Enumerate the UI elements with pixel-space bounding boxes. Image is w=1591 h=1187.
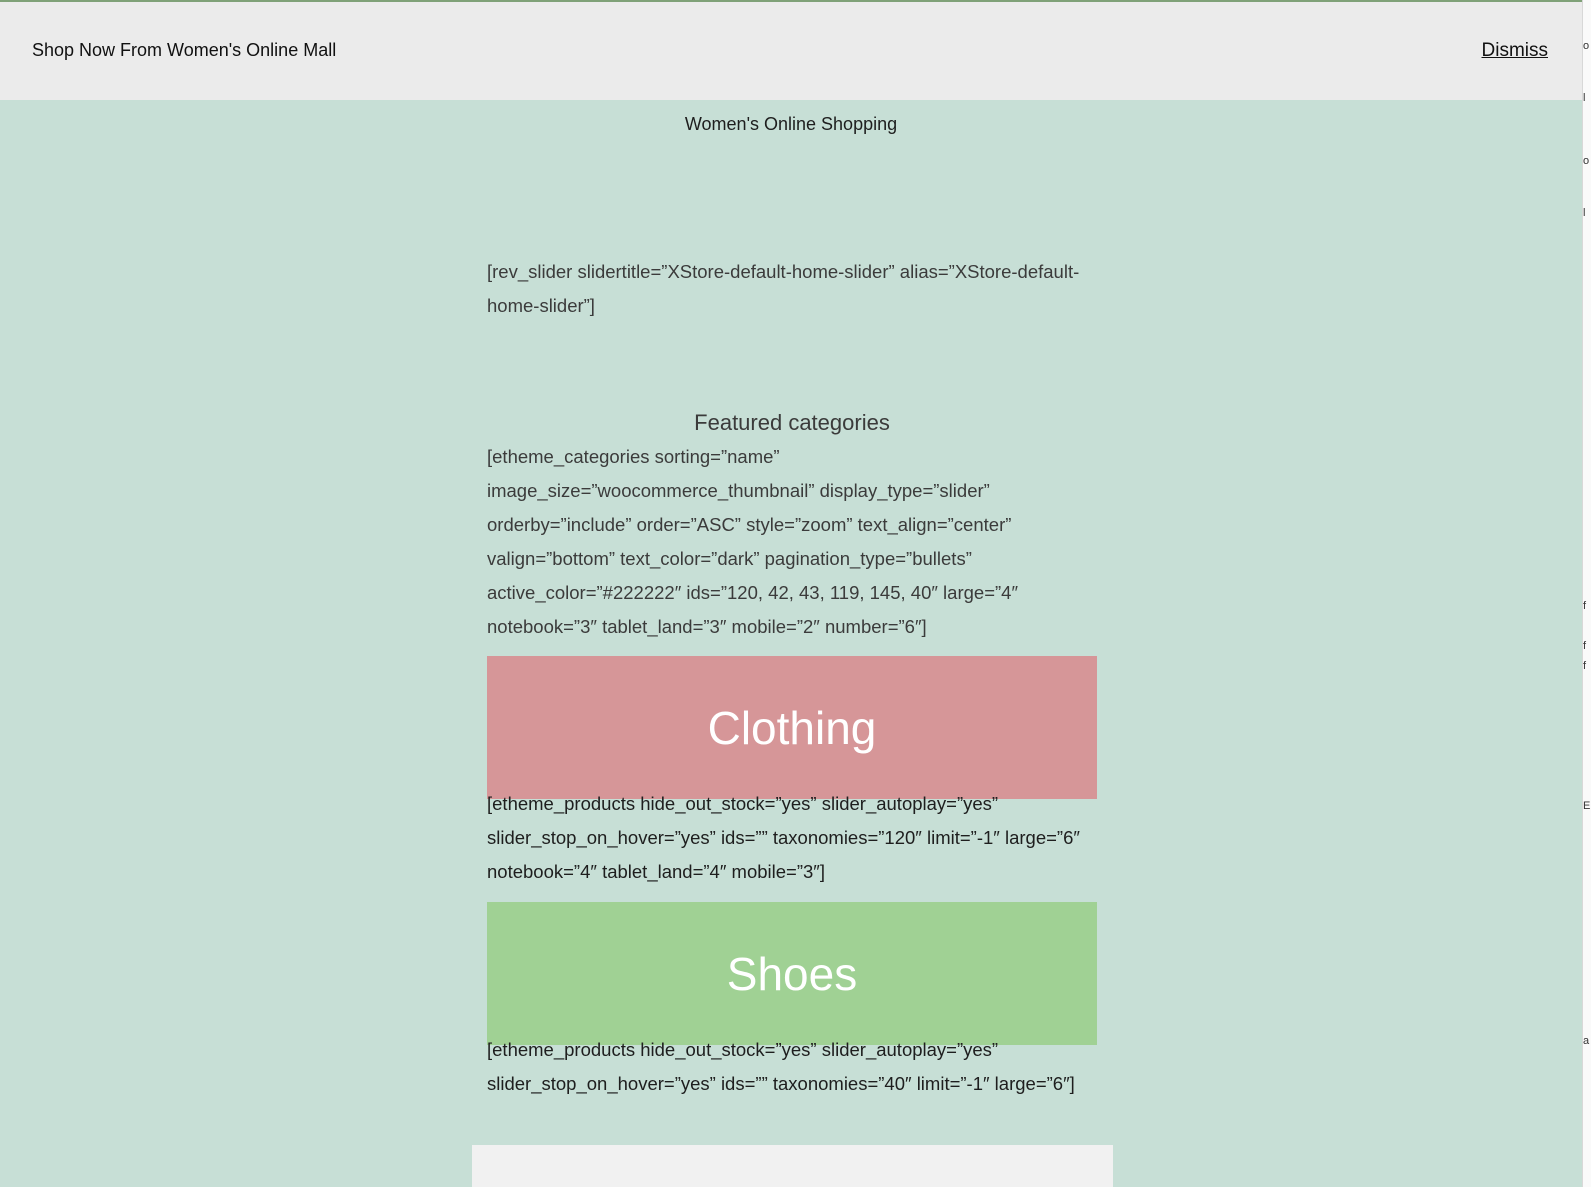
site-title[interactable]: Women's Online Shopping (0, 114, 1582, 135)
categories-shortcode-block: [etheme_categories sorting=”name” image_… (487, 440, 1097, 644)
featured-categories-heading: Featured categories (694, 410, 890, 435)
shoes-products-block: [etheme_products hide_out_stock=”yes” sl… (487, 1033, 1097, 1101)
adjacent-window-edge: o l o l f f f E a (1582, 0, 1591, 1187)
shoes-products-shortcode: [etheme_products hide_out_stock=”yes” sl… (487, 1039, 1075, 1094)
rev-slider-shortcode: [rev_slider slidertitle=”XStore-default-… (487, 261, 1080, 316)
store-notice-text: Shop Now From Women's Online Mall (32, 40, 337, 60)
category-banner-clothing[interactable]: Clothing (487, 656, 1097, 799)
store-notice-bar: Shop Now From Women's Online Mall Dismis… (0, 2, 1582, 100)
page-body: Shop Now From Women's Online Mall Dismis… (0, 0, 1582, 1187)
categories-shortcode: [etheme_categories sorting=”name” image_… (487, 446, 1018, 637)
product-slider-container (472, 1145, 1113, 1187)
page: Shop Now From Women's Online Mall Dismis… (0, 0, 1591, 1187)
rev-slider-block: [rev_slider slidertitle=”XStore-default-… (487, 255, 1097, 323)
dismiss-link[interactable]: Dismiss (1482, 40, 1549, 62)
clothing-products-shortcode: [etheme_products hide_out_stock=”yes” sl… (487, 793, 1080, 882)
clothing-products-block: [etheme_products hide_out_stock=”yes” sl… (487, 787, 1097, 889)
category-banner-shoes[interactable]: Shoes (487, 902, 1097, 1045)
